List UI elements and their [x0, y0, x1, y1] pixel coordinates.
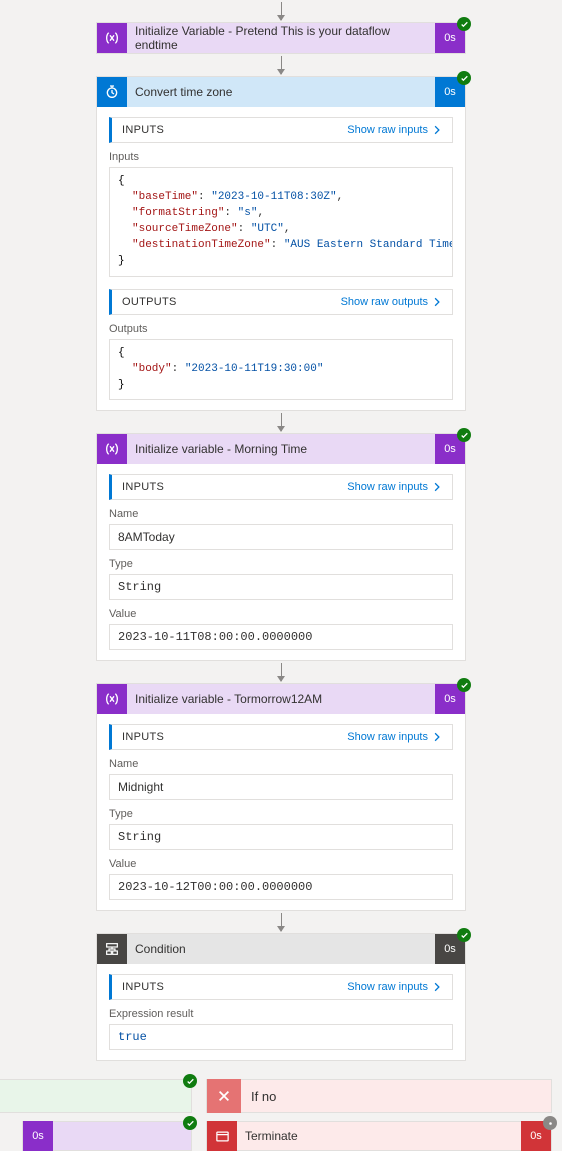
- status-success-icon: [457, 678, 471, 692]
- condition-branches: 0s If no Terminate 0s: [0, 1071, 562, 1151]
- clock-icon: [97, 77, 127, 107]
- step-title: Terminate: [237, 1129, 521, 1143]
- step-title: Initialize variable - Morning Time: [127, 442, 435, 456]
- if-no-header[interactable]: If no: [206, 1079, 552, 1113]
- expression-result-label: Expression result: [109, 1008, 453, 1020]
- type-label: Type: [109, 558, 453, 570]
- step-duration: 0s: [23, 1121, 53, 1151]
- status-success-icon: [457, 71, 471, 85]
- connector-arrow: [281, 663, 282, 681]
- step-init-var-morning[interactable]: Initialize variable - Morning Time 0s IN…: [96, 433, 466, 661]
- if-yes-header[interactable]: [0, 1079, 192, 1113]
- branch-if-yes: 0s: [0, 1079, 192, 1151]
- value-value[interactable]: 2023-10-11T08:00:00.0000000: [109, 624, 453, 650]
- flow-run-view: Initialize Variable - Pretend This is yo…: [0, 0, 562, 1071]
- show-raw-inputs-link[interactable]: Show raw inputs: [347, 731, 442, 743]
- condition-icon: [97, 934, 127, 964]
- name-label: Name: [109, 508, 453, 520]
- show-raw-outputs-link[interactable]: Show raw outputs: [341, 296, 442, 308]
- variable-icon: [97, 684, 127, 714]
- connector-arrow: [281, 56, 282, 74]
- connector-arrow: [281, 913, 282, 931]
- step-condition[interactable]: Condition 0s INPUTS Show raw inputs Expr…: [96, 933, 466, 1061]
- show-raw-inputs-link[interactable]: Show raw inputs: [347, 124, 442, 136]
- name-value[interactable]: 8AMToday: [109, 524, 453, 550]
- close-icon: [207, 1079, 241, 1113]
- status-skipped-icon: [543, 1116, 557, 1130]
- inputs-section-bar: INPUTS Show raw inputs: [109, 974, 453, 1000]
- branch-if-no: If no Terminate 0s: [206, 1079, 552, 1151]
- inputs-section-bar: INPUTS Show raw inputs: [109, 724, 453, 750]
- step-title: Convert time zone: [127, 85, 435, 99]
- step-title: Initialize variable - Tormorrow12AM: [127, 692, 435, 706]
- status-success-icon: [183, 1074, 197, 1088]
- chevron-right-icon: [432, 482, 442, 492]
- value-label: Value: [109, 608, 453, 620]
- inputs-label: Inputs: [109, 151, 453, 163]
- variable-icon: [97, 23, 127, 53]
- outputs-section-bar: OUTPUTS Show raw outputs: [109, 289, 453, 315]
- status-success-icon: [183, 1116, 197, 1130]
- status-success-icon: [457, 17, 471, 31]
- type-value[interactable]: String: [109, 824, 453, 850]
- step-init-var-endtime[interactable]: Initialize Variable - Pretend This is yo…: [96, 22, 466, 54]
- step-terminate[interactable]: Terminate 0s: [206, 1121, 552, 1151]
- branch-step-card[interactable]: 0s: [22, 1121, 192, 1151]
- step-title: Initialize Variable - Pretend This is yo…: [127, 24, 435, 52]
- step-title: Condition: [127, 942, 435, 956]
- value-label: Value: [109, 858, 453, 870]
- connector-arrow: [281, 413, 282, 431]
- status-success-icon: [457, 428, 471, 442]
- chevron-right-icon: [432, 297, 442, 307]
- inputs-section-bar: INPUTS Show raw inputs: [109, 117, 453, 143]
- show-raw-inputs-link[interactable]: Show raw inputs: [347, 481, 442, 493]
- expression-result-value[interactable]: true: [109, 1024, 453, 1050]
- inputs-json[interactable]: { "baseTime": "2023-10-11T08:30Z", "form…: [109, 167, 453, 277]
- chevron-right-icon: [432, 732, 442, 742]
- terminate-icon: [207, 1121, 237, 1151]
- chevron-right-icon: [432, 982, 442, 992]
- outputs-json[interactable]: { "body": "2023-10-11T19:30:00" }: [109, 339, 453, 401]
- variable-icon: [97, 434, 127, 464]
- branch-title: If no: [241, 1089, 286, 1104]
- name-label: Name: [109, 758, 453, 770]
- value-value[interactable]: 2023-10-12T00:00:00.0000000: [109, 874, 453, 900]
- step-convert-timezone[interactable]: Convert time zone 0s INPUTS Show raw inp…: [96, 76, 466, 411]
- chevron-right-icon: [432, 125, 442, 135]
- connector-arrow: [281, 2, 282, 20]
- name-value[interactable]: Midnight: [109, 774, 453, 800]
- status-success-icon: [457, 928, 471, 942]
- show-raw-inputs-link[interactable]: Show raw inputs: [347, 981, 442, 993]
- type-label: Type: [109, 808, 453, 820]
- step-init-var-tomorrow[interactable]: Initialize variable - Tormorrow12AM 0s I…: [96, 683, 466, 911]
- inputs-section-bar: INPUTS Show raw inputs: [109, 474, 453, 500]
- outputs-label: Outputs: [109, 323, 453, 335]
- type-value[interactable]: String: [109, 574, 453, 600]
